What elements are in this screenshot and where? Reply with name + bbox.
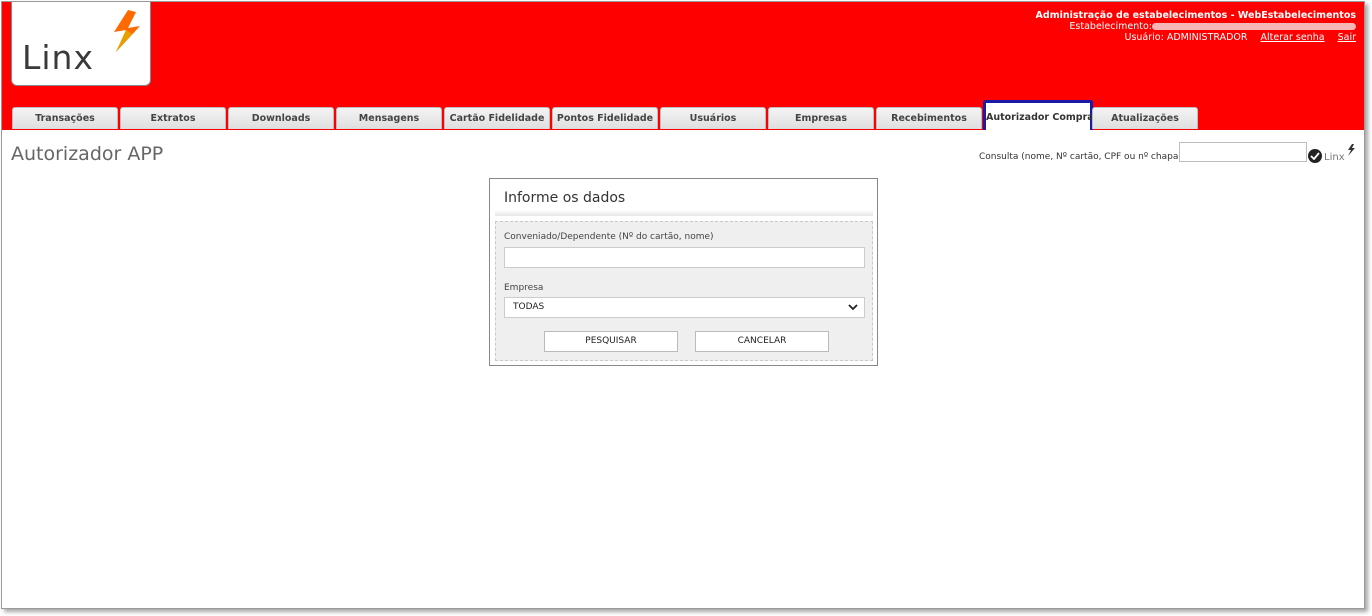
consulta-input[interactable] — [1179, 142, 1307, 162]
form-body: Conveniado/Dependente (Nº do cartão, nom… — [495, 221, 873, 361]
page-title: Autorizador APP — [11, 143, 164, 165]
tab-pontos-fidelidade[interactable]: Pontos Fidelidade — [552, 107, 658, 129]
tab-cartao-fidelidade[interactable]: Cartão Fidelidade — [444, 107, 550, 129]
tab-transacoes[interactable]: Transações — [12, 107, 118, 129]
tab-recebimentos[interactable]: Recebimentos — [876, 107, 982, 129]
form-title-divider — [495, 210, 873, 216]
app-title: Administração de estabelecimentos - WebE… — [1035, 10, 1356, 21]
empresa-select[interactable]: TODAS — [504, 297, 865, 318]
logo-text: Linx — [22, 38, 94, 77]
header-bar: Linx Administração de estabelecimentos -… — [2, 2, 1364, 130]
tab-downloads[interactable]: Downloads — [228, 107, 334, 129]
cancelar-button[interactable]: CANCELAR — [695, 331, 829, 352]
tab-extratos[interactable]: Extratos — [120, 107, 226, 129]
consulta-label: Consulta (nome, Nº cartão, CPF ou nº cha… — [979, 152, 1182, 162]
check-icon[interactable] — [1308, 149, 1322, 163]
tab-usuarios[interactable]: Usuários — [660, 107, 766, 129]
logo[interactable]: Linx — [11, 2, 151, 86]
empresa-label: Empresa — [504, 283, 544, 293]
empresa-select-value: TODAS — [513, 302, 545, 312]
estabelecimento-label: Estabelecimento: — [1069, 21, 1152, 32]
tab-autorizador-compras[interactable]: Autorizador Compras — [983, 100, 1099, 130]
tab-mensagens[interactable]: Mensagens — [336, 107, 442, 129]
app-window: Linx Administração de estabelecimentos -… — [1, 1, 1365, 609]
pesquisar-button[interactable]: PESQUISAR — [544, 331, 678, 352]
mini-logo-mark-icon — [1348, 144, 1355, 156]
chevron-down-icon — [848, 298, 858, 324]
estabelecimento-redacted — [1152, 23, 1356, 30]
mini-logo-text: Linx — [1324, 152, 1345, 163]
alterar-senha-link[interactable]: Alterar senha — [1261, 32, 1325, 43]
tab-atualizacoes[interactable]: Atualizações — [1092, 107, 1198, 129]
form-panel: Informe os dados Conveniado/Dependente (… — [489, 178, 878, 366]
conveniado-label: Conveniado/Dependente (Nº do cartão, nom… — [504, 232, 714, 242]
conveniado-input[interactable] — [504, 247, 865, 268]
header-user-info: Administração de estabelecimentos - WebE… — [1036, 10, 1356, 43]
form-title: Informe os dados — [504, 190, 626, 206]
usuario-label: Usuário: ADMINISTRADOR — [1124, 32, 1248, 43]
sair-link[interactable]: Sair — [1338, 32, 1356, 43]
mini-logo: Linx — [1324, 144, 1355, 163]
tab-empresas[interactable]: Empresas — [768, 107, 874, 129]
logo-mark-icon — [114, 10, 140, 52]
